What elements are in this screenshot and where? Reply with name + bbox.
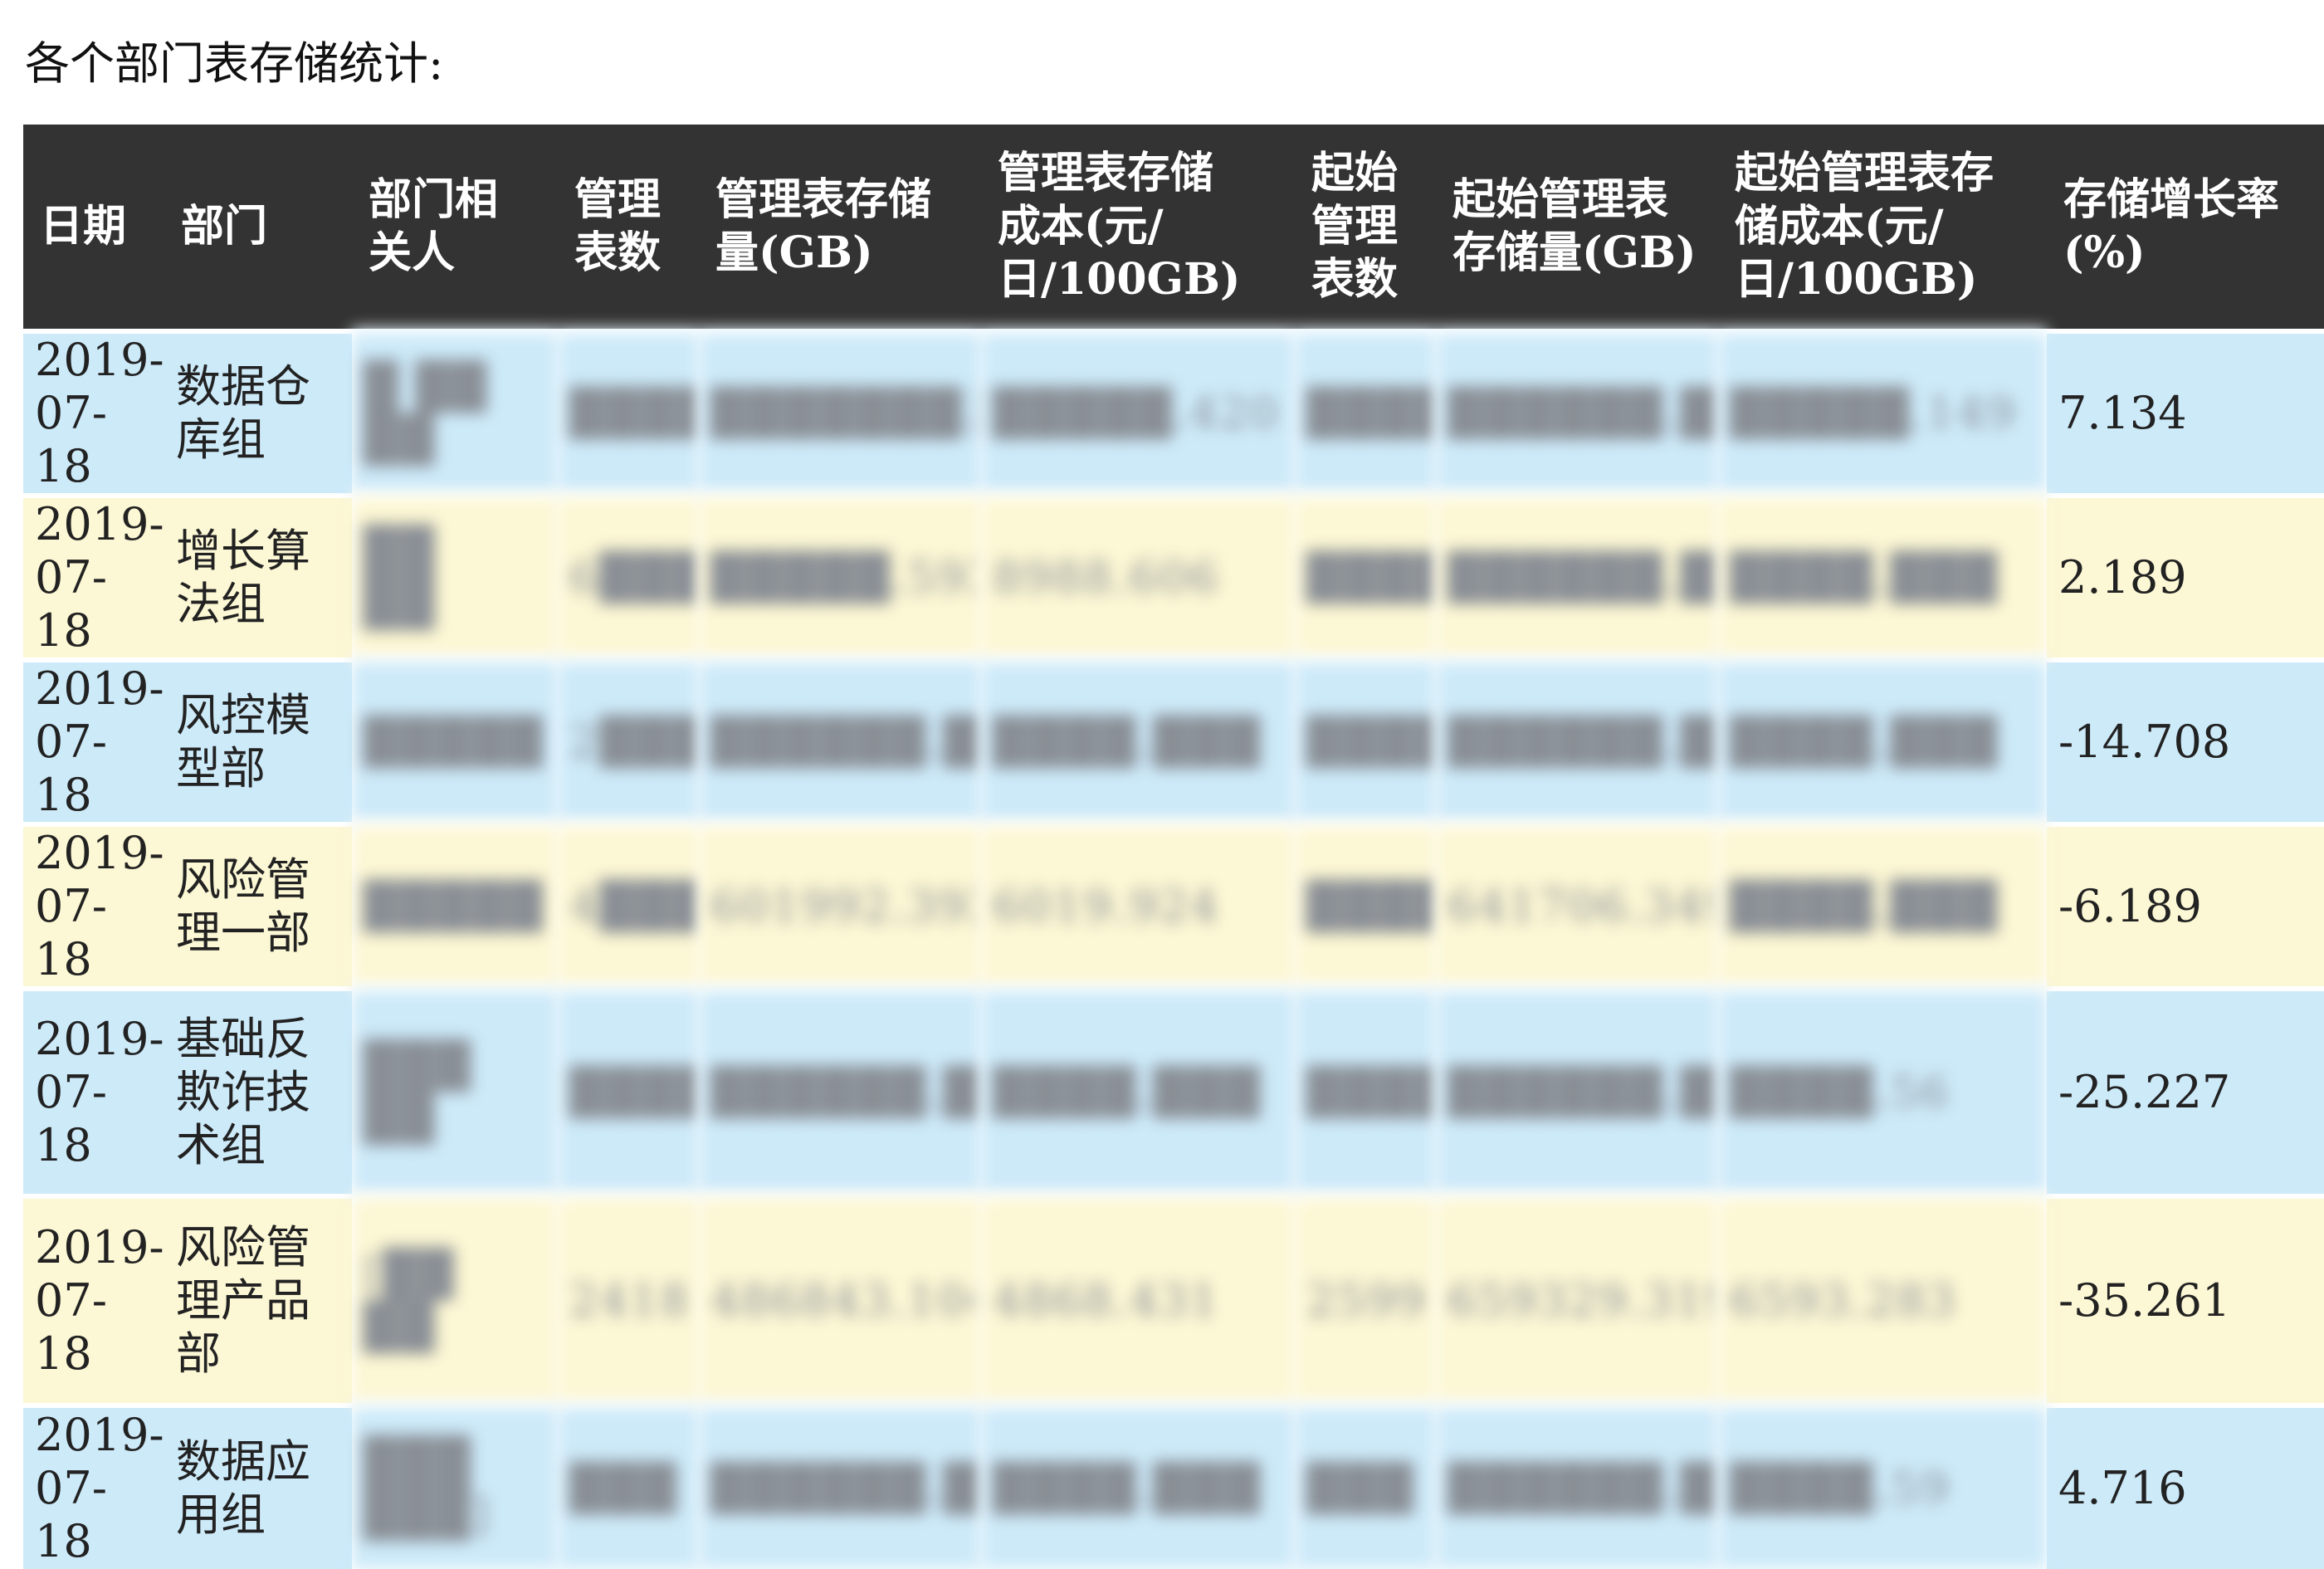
table-row: 2019- 07-18 风控模 型部 █████ 2███ ██████.█ ██…	[23, 657, 2324, 822]
header-department: 部门	[164, 125, 352, 329]
department-storage-table: 日期 部门 部门相 关人 管理 表数 管理表存储 量(GB) 管理表存储 成本(…	[23, 125, 2324, 1569]
cell-department: 风控模 型部	[164, 657, 352, 822]
cell-cost: ████.███	[981, 1403, 1295, 1569]
cell-growth-rate: 2.189	[2047, 493, 2324, 657]
cell-cost: ████.███	[981, 657, 1295, 822]
cell-growth-rate: -14.708	[2047, 657, 2324, 822]
table-header-row: 日期 部门 部门相 关人 管理 表数 管理表存储 量(GB) 管理表存储 成本(…	[23, 125, 2324, 329]
cell-cost: ████.███	[981, 986, 1295, 1194]
table-row: 2019- 07-18 风险管 理产品 部 [██ ██ 2418 486843…	[23, 1194, 2324, 1403]
cell-department: 增长算 法组	[164, 493, 352, 657]
header-managed-table-count: 管理 表数	[558, 125, 699, 329]
cell-department: 基础反 欺诈技 术组	[164, 986, 352, 1194]
cell-start-cost: 6593.283	[1718, 1194, 2047, 1403]
cell-cost: 4868.431	[981, 1194, 1295, 1403]
cell-date: 2019- 07-18	[23, 1403, 164, 1569]
cell-start-storage: ██████.███	[1436, 329, 1718, 493]
cell-start-cost: █████.149	[1718, 329, 2047, 493]
header-storage-growth-rate: 存储增长率 (%)	[2047, 125, 2324, 329]
cell-cost: █████.420	[981, 329, 1295, 493]
cell-start-storage: ██████.███	[1436, 1403, 1718, 1569]
cell-storage: ██████.███	[699, 657, 981, 822]
cell-contact-person: █████	[352, 657, 558, 822]
cell-growth-rate: -6.189	[2047, 822, 2324, 986]
cell-start-cost: ████.███	[1718, 493, 2047, 657]
cell-start-cost: ████.███	[1718, 657, 2047, 822]
cell-start-cost: ████.56	[1718, 986, 2047, 1194]
header-start-table-count: 起始 管理 表数	[1295, 125, 1436, 329]
cell-start-table-count: ████	[1295, 822, 1436, 986]
cell-growth-rate: 7.134	[2047, 329, 2324, 493]
cell-start-storage: ██████.███	[1436, 986, 1718, 1194]
cell-cost: 6019.924	[981, 822, 1295, 986]
cell-storage: ███████.███	[699, 329, 981, 493]
header-managed-storage: 管理表存储 量(GB)	[699, 125, 981, 329]
cell-table-count: 4███	[558, 822, 699, 986]
table-row: 2019- 07-18 基础反 欺诈技 术组 ███ ██ ███ █ █████…	[23, 986, 2324, 1194]
cell-table-count: 2418	[558, 1194, 699, 1403]
table-row: 2019- 07-18 增长算 法组 ██ ██ 6███ █████.593 …	[23, 493, 2324, 657]
cell-department: 风险管 理产品 部	[164, 1194, 352, 1403]
header-start-storage-cost: 起始管理表存 储成本(元/ 日/100GB)	[1718, 125, 2047, 329]
cell-storage: ██████.███	[699, 986, 981, 1194]
table-row: 2019- 07-18 数据仓 库组 █ ██ ██ ████ ███████.…	[23, 329, 2324, 493]
cell-storage: ██████.███	[699, 1403, 981, 1569]
cell-start-cost: ████.███	[1718, 822, 2047, 986]
cell-start-cost: ████.59	[1718, 1403, 2047, 1569]
header-managed-storage-cost: 管理表存储 成本(元/ 日/100GB)	[981, 125, 1295, 329]
cell-contact-person: █ ██ ██	[352, 329, 558, 493]
cell-storage: █████.593	[699, 493, 981, 657]
cell-table-count: 6███	[558, 493, 699, 657]
cell-date: 2019- 07-18	[23, 493, 164, 657]
cell-contact-person: ███ ███]	[352, 1403, 558, 1569]
cell-start-table-count: ███	[1295, 1403, 1436, 1569]
cell-start-table-count: ████	[1295, 493, 1436, 657]
header-start-storage: 起始管理表 存储量(GB)	[1436, 125, 1718, 329]
cell-start-storage: ██████.███	[1436, 493, 1718, 657]
cell-start-table-count: 2599	[1295, 1194, 1436, 1403]
cell-start-storage: 659329.319	[1436, 1194, 1718, 1403]
cell-contact-person: [██ ██	[352, 1194, 558, 1403]
cell-start-storage: ██████.███	[1436, 657, 1718, 822]
table-row: 2019- 07-18 数据应 用组 ███ ███] ███ ██████.█…	[23, 1403, 2324, 1569]
cell-department: 数据仓 库组	[164, 329, 352, 493]
cell-table-count: ███	[558, 1403, 699, 1569]
cell-table-count: 2███	[558, 657, 699, 822]
cell-table-count: ████	[558, 329, 699, 493]
cell-growth-rate: -25.227	[2047, 986, 2324, 1194]
cell-table-count: ████	[558, 986, 699, 1194]
cell-start-table-count: ████	[1295, 986, 1436, 1194]
table-caption: 各个部门表存储统计:	[25, 37, 444, 90]
cell-date: 2019- 07-18	[23, 329, 164, 493]
cell-start-table-count: ████	[1295, 329, 1436, 493]
cell-department: 风险管 理一部	[164, 822, 352, 986]
header-date: 日期	[23, 125, 164, 329]
cell-department: 数据应 用组	[164, 1403, 352, 1569]
header-contact-person: 部门相 关人	[352, 125, 558, 329]
cell-storage: 486843.104	[699, 1194, 981, 1403]
cell-cost: 8988.606	[981, 493, 1295, 657]
cell-storage: 601992.393	[699, 822, 981, 986]
cell-growth-rate: 4.716	[2047, 1403, 2324, 1569]
cell-contact-person: ██ ██	[352, 493, 558, 657]
cell-contact-person: █████	[352, 822, 558, 986]
cell-date: 2019- 07-18	[23, 822, 164, 986]
cell-start-table-count: ████	[1295, 657, 1436, 822]
cell-date: 2019- 07-18	[23, 986, 164, 1194]
cell-date: 2019- 07-18	[23, 657, 164, 822]
cell-contact-person: ███ ██	[352, 986, 558, 1194]
table-row: 2019- 07-18 风险管 理一部 █████ 4███ 601992.39…	[23, 822, 2324, 986]
cell-growth-rate: -35.261	[2047, 1194, 2324, 1403]
cell-date: 2019- 07-18	[23, 1194, 164, 1403]
cell-start-storage: 641706.349	[1436, 822, 1718, 986]
